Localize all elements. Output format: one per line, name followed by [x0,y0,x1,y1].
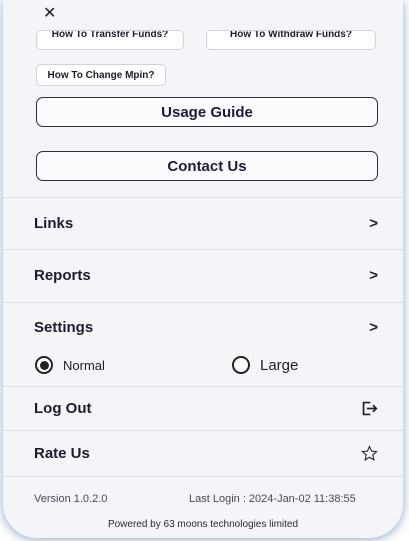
star-outline-icon [361,445,378,462]
close-icon[interactable]: ✕ [43,6,56,22]
faq-withdraw-funds-label: How To Withdraw Funds? [230,30,352,40]
powered-by-text: Powered by 63 moons technologies limited [107,519,299,530]
logout-icon [361,400,378,417]
contact-us-button[interactable]: Contact Us [36,151,378,181]
menu-item-settings[interactable]: Settings > [3,302,403,352]
faq-chip-group: How To Transfer Funds? How To Withdraw F… [36,30,381,86]
menu-item-reports[interactable]: Reports > [3,249,403,301]
menu-item-label: Links [34,215,74,232]
faq-withdraw-funds-chip[interactable]: How To Withdraw Funds? [206,30,376,50]
radio-dot [39,360,49,370]
menu-item-rate-us[interactable]: Rate Us [3,430,403,476]
footer: Version 1.0.2.0 Last Login : 2024-Jan-02… [3,476,403,538]
menu-item-log-out[interactable]: Log Out [3,386,403,430]
menu-item-label: Settings [34,319,94,336]
menu-panel: ✕ How To Transfer Funds? How To Withdraw… [3,0,403,538]
menu-item-label: Reports [34,267,91,284]
chevron-right-icon: > [369,319,378,336]
font-size-radio-group: Normal Large [3,352,403,386]
font-size-normal-label: Normal [63,357,105,373]
chevron-right-icon: > [369,267,378,284]
chevron-right-icon: > [369,215,378,232]
radio-selected-icon [35,356,53,374]
faq-transfer-funds-chip[interactable]: How To Transfer Funds? [36,30,184,50]
menu-item-links[interactable]: Links > [3,197,403,249]
usage-guide-button[interactable]: Usage Guide [36,97,378,127]
faq-change-mpin-label: How To Change Mpin? [47,69,155,81]
faq-change-mpin-chip[interactable]: How To Change Mpin? [36,64,166,86]
last-login-text: Last Login : 2024-Jan-02 11:38:55 [189,493,356,505]
faq-transfer-funds-label: How To Transfer Funds? [51,30,169,40]
radio-unselected-icon [232,356,250,374]
menu-item-label: Rate Us [34,445,90,462]
app-version-text: Version 1.0.2.0 [34,493,108,505]
font-size-large-radio[interactable]: Large [232,356,298,374]
font-size-large-label: Large [260,356,299,374]
menu-item-label: Log Out [34,400,92,417]
font-size-normal-radio[interactable]: Normal [35,356,105,374]
